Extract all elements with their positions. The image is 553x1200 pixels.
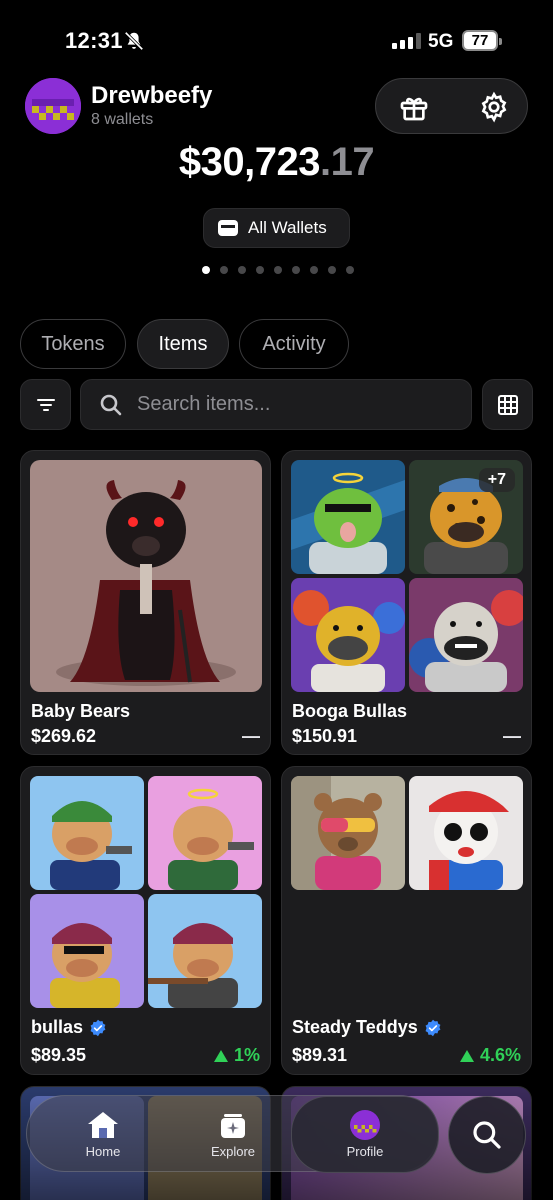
nav-explore[interactable]: Explore (197, 1096, 269, 1173)
header-actions (375, 78, 528, 134)
wallet-icon (218, 220, 238, 236)
page-dot[interactable] (274, 266, 282, 274)
collection-change-value: 1% (233, 1045, 260, 1065)
nft-thumbnail (409, 578, 523, 692)
wallet-selector-label: All Wallets (248, 218, 327, 237)
nav-label: Profile (346, 1144, 384, 1159)
page-dot[interactable] (292, 266, 300, 274)
gift-icon[interactable] (398, 91, 430, 123)
bottom-nav: Home Explore Profile (26, 1095, 439, 1173)
collection-card[interactable]: Steady Teddys $89.31 4.6% (281, 766, 532, 1075)
nav-home[interactable]: Home (67, 1096, 139, 1173)
search-icon (100, 394, 122, 415)
collection-name: Booga Bullas (292, 701, 408, 721)
arrow-up-icon (459, 1049, 474, 1062)
collection-change-value: 4.6% (479, 1045, 521, 1065)
page-indicator[interactable] (202, 266, 354, 274)
battery-icon: 77 (462, 30, 502, 51)
filter-button[interactable] (20, 379, 71, 430)
tab-label: Activity (262, 332, 326, 355)
wallet-count: 8 wallets (91, 111, 154, 128)
cellular-signal-icon (392, 33, 421, 49)
search-button[interactable] (448, 1096, 526, 1174)
search-icon (473, 1121, 501, 1149)
nft-thumbnail (409, 776, 523, 890)
collection-card[interactable]: +7 Booga Bullas $150.91 — (281, 450, 532, 755)
page-dot[interactable] (328, 266, 336, 274)
nft-thumbnail (30, 460, 262, 692)
balance-whole: $30,723 (178, 140, 321, 184)
status-time: 12:31 (65, 28, 123, 53)
collection-change: 4.6% (459, 1045, 521, 1066)
page-dot[interactable] (202, 266, 210, 274)
collection-price: $269.62 (31, 726, 97, 746)
filter-icon (37, 399, 55, 411)
collection-name-text: bullas (31, 1017, 84, 1037)
verified-badge-icon (90, 1019, 106, 1036)
nft-thumbnail: +7 (409, 460, 523, 574)
tab-activity[interactable]: Activity (239, 319, 349, 369)
gear-icon[interactable] (478, 91, 510, 123)
arrow-up-icon (213, 1049, 228, 1062)
collection-card[interactable]: bullas $89.35 1% (20, 766, 271, 1075)
page-dot[interactable] (256, 266, 264, 274)
avatar (350, 1110, 380, 1140)
balance-decimal: .17 (319, 140, 375, 184)
avatar[interactable] (25, 78, 81, 134)
verified-badge-icon (425, 1019, 441, 1036)
username[interactable]: Drewbeefy (91, 82, 212, 110)
nft-thumbnail (30, 776, 144, 890)
wallet-selector-button[interactable]: All Wallets (203, 208, 350, 248)
home-icon (88, 1112, 118, 1138)
tab-label: Items (158, 332, 208, 355)
tab-items[interactable]: Items (137, 319, 229, 369)
silent-bell-icon (124, 31, 144, 51)
search-bar (80, 379, 472, 430)
nft-thumbnail (148, 776, 262, 890)
nav-label: Explore (210, 1144, 256, 1159)
nft-thumbnail (148, 894, 262, 1008)
grid-view-button[interactable] (482, 379, 533, 430)
collection-card[interactable]: Baby Bears $269.62 — (20, 450, 271, 755)
collection-name: Steady Teddys (292, 1017, 442, 1038)
network-type: 5G (428, 31, 454, 52)
portfolio-balance: $30,723.17 (0, 140, 553, 185)
page-dot[interactable] (346, 266, 354, 274)
tab-label: Tokens (41, 332, 105, 355)
nav-profile[interactable]: Profile (291, 1096, 439, 1173)
collection-change: 1% (213, 1045, 260, 1066)
collection-change: — (503, 726, 521, 746)
collection-name: Baby Bears (31, 701, 131, 721)
collection-change: — (242, 726, 260, 746)
explore-icon (221, 1114, 245, 1138)
collection-price: $150.91 (292, 726, 358, 746)
collection-name: bullas (31, 1017, 107, 1038)
nft-thumbnail (291, 776, 405, 890)
more-items-badge: +7 (478, 468, 515, 492)
collection-price: $89.35 (31, 1045, 87, 1065)
nav-label: Home (85, 1144, 121, 1159)
nft-thumbnail (291, 460, 405, 574)
grid-icon (498, 395, 518, 415)
collection-name-text: Steady Teddys (292, 1017, 418, 1037)
search-input[interactable] (137, 393, 437, 416)
status-bar: 12:31 5G 77 (0, 0, 553, 80)
page-dot[interactable] (310, 266, 318, 274)
nft-thumbnail (30, 894, 144, 1008)
page-dot[interactable] (220, 266, 228, 274)
nft-thumbnail (291, 578, 405, 692)
tab-tokens[interactable]: Tokens (20, 319, 126, 369)
page-dot[interactable] (238, 266, 246, 274)
collection-price: $89.31 (292, 1045, 348, 1065)
